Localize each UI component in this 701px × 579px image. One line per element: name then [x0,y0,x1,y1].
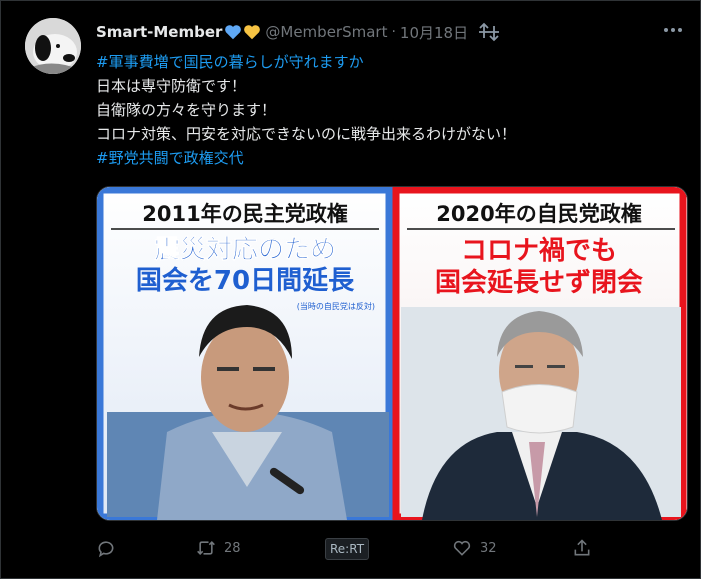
separator-dot: · [391,24,396,40]
avatar-snoopy-image [25,18,81,74]
reply-icon [98,541,114,558]
right-panel-line2: 国会延長せず閉会 [435,268,643,298]
user-handle[interactable]: @MemberSmart [265,23,387,41]
retweet-button[interactable]: 28 [196,535,241,561]
display-name[interactable]: Smart-Member [96,23,222,41]
like-icon [453,540,471,556]
hashtag-link[interactable]: #軍事費増で国民の暮らしが守れますか [96,50,686,74]
left-panel-line2: 国会を70日間延長 [136,266,355,296]
rert-button[interactable]: Re:RT [325,538,370,560]
like-button[interactable]: 32 [452,535,497,561]
left-panel-line1: 震災対応のため [154,234,336,265]
tweet-text: #軍事費増で国民の暮らしが守れますか 日本は専守防衛です！ 自衛隊の方々を守りま… [96,50,686,170]
right-person-illustration [401,307,681,520]
yellow-heart-icon [244,25,261,40]
share-button[interactable] [572,535,592,561]
right-panel-title: 2020年の自民党政権 [436,202,641,226]
retweet-count: 28 [224,540,241,556]
blue-heart-icon [225,25,242,40]
hashtag-link[interactable]: #野党共闘で政権交代 [96,146,686,170]
text-line: 日本は専守防衛です！ [96,77,247,95]
reply-button[interactable] [96,535,124,561]
text-line: コロナ対策、円安を対応できないのに戦争出来るわけがない！ [96,125,517,143]
share-icon [574,539,590,556]
avatar[interactable] [25,18,81,74]
sort-icon[interactable] [478,22,500,42]
left-panel-title: 2011年の民主党政権 [142,202,347,226]
like-count: 32 [480,540,497,556]
tweet-actions: 28 32 [96,535,686,561]
media-image[interactable]: 2011年の民主党政権 震災対応のため 国会を70日間延長 (当時の自民党は反対… [96,186,688,521]
name-emojis [224,24,261,40]
right-panel-line1: コロナ禍でも [461,236,617,266]
tweet-header: Smart-Member @MemberSmart · 10月18日 [96,18,500,46]
left-panel-note: (当時の自民党は反対) [297,301,375,311]
media-graphic: 2011年の民主党政権 震災対応のため 国会を70日間延長 (当時の自民党は反対… [97,187,687,520]
retweet-icon [197,541,215,555]
tweet-date[interactable]: 10月18日 [400,22,468,43]
more-icon[interactable] [662,20,684,44]
text-line: 自衛隊の方々を守ります！ [96,101,277,119]
